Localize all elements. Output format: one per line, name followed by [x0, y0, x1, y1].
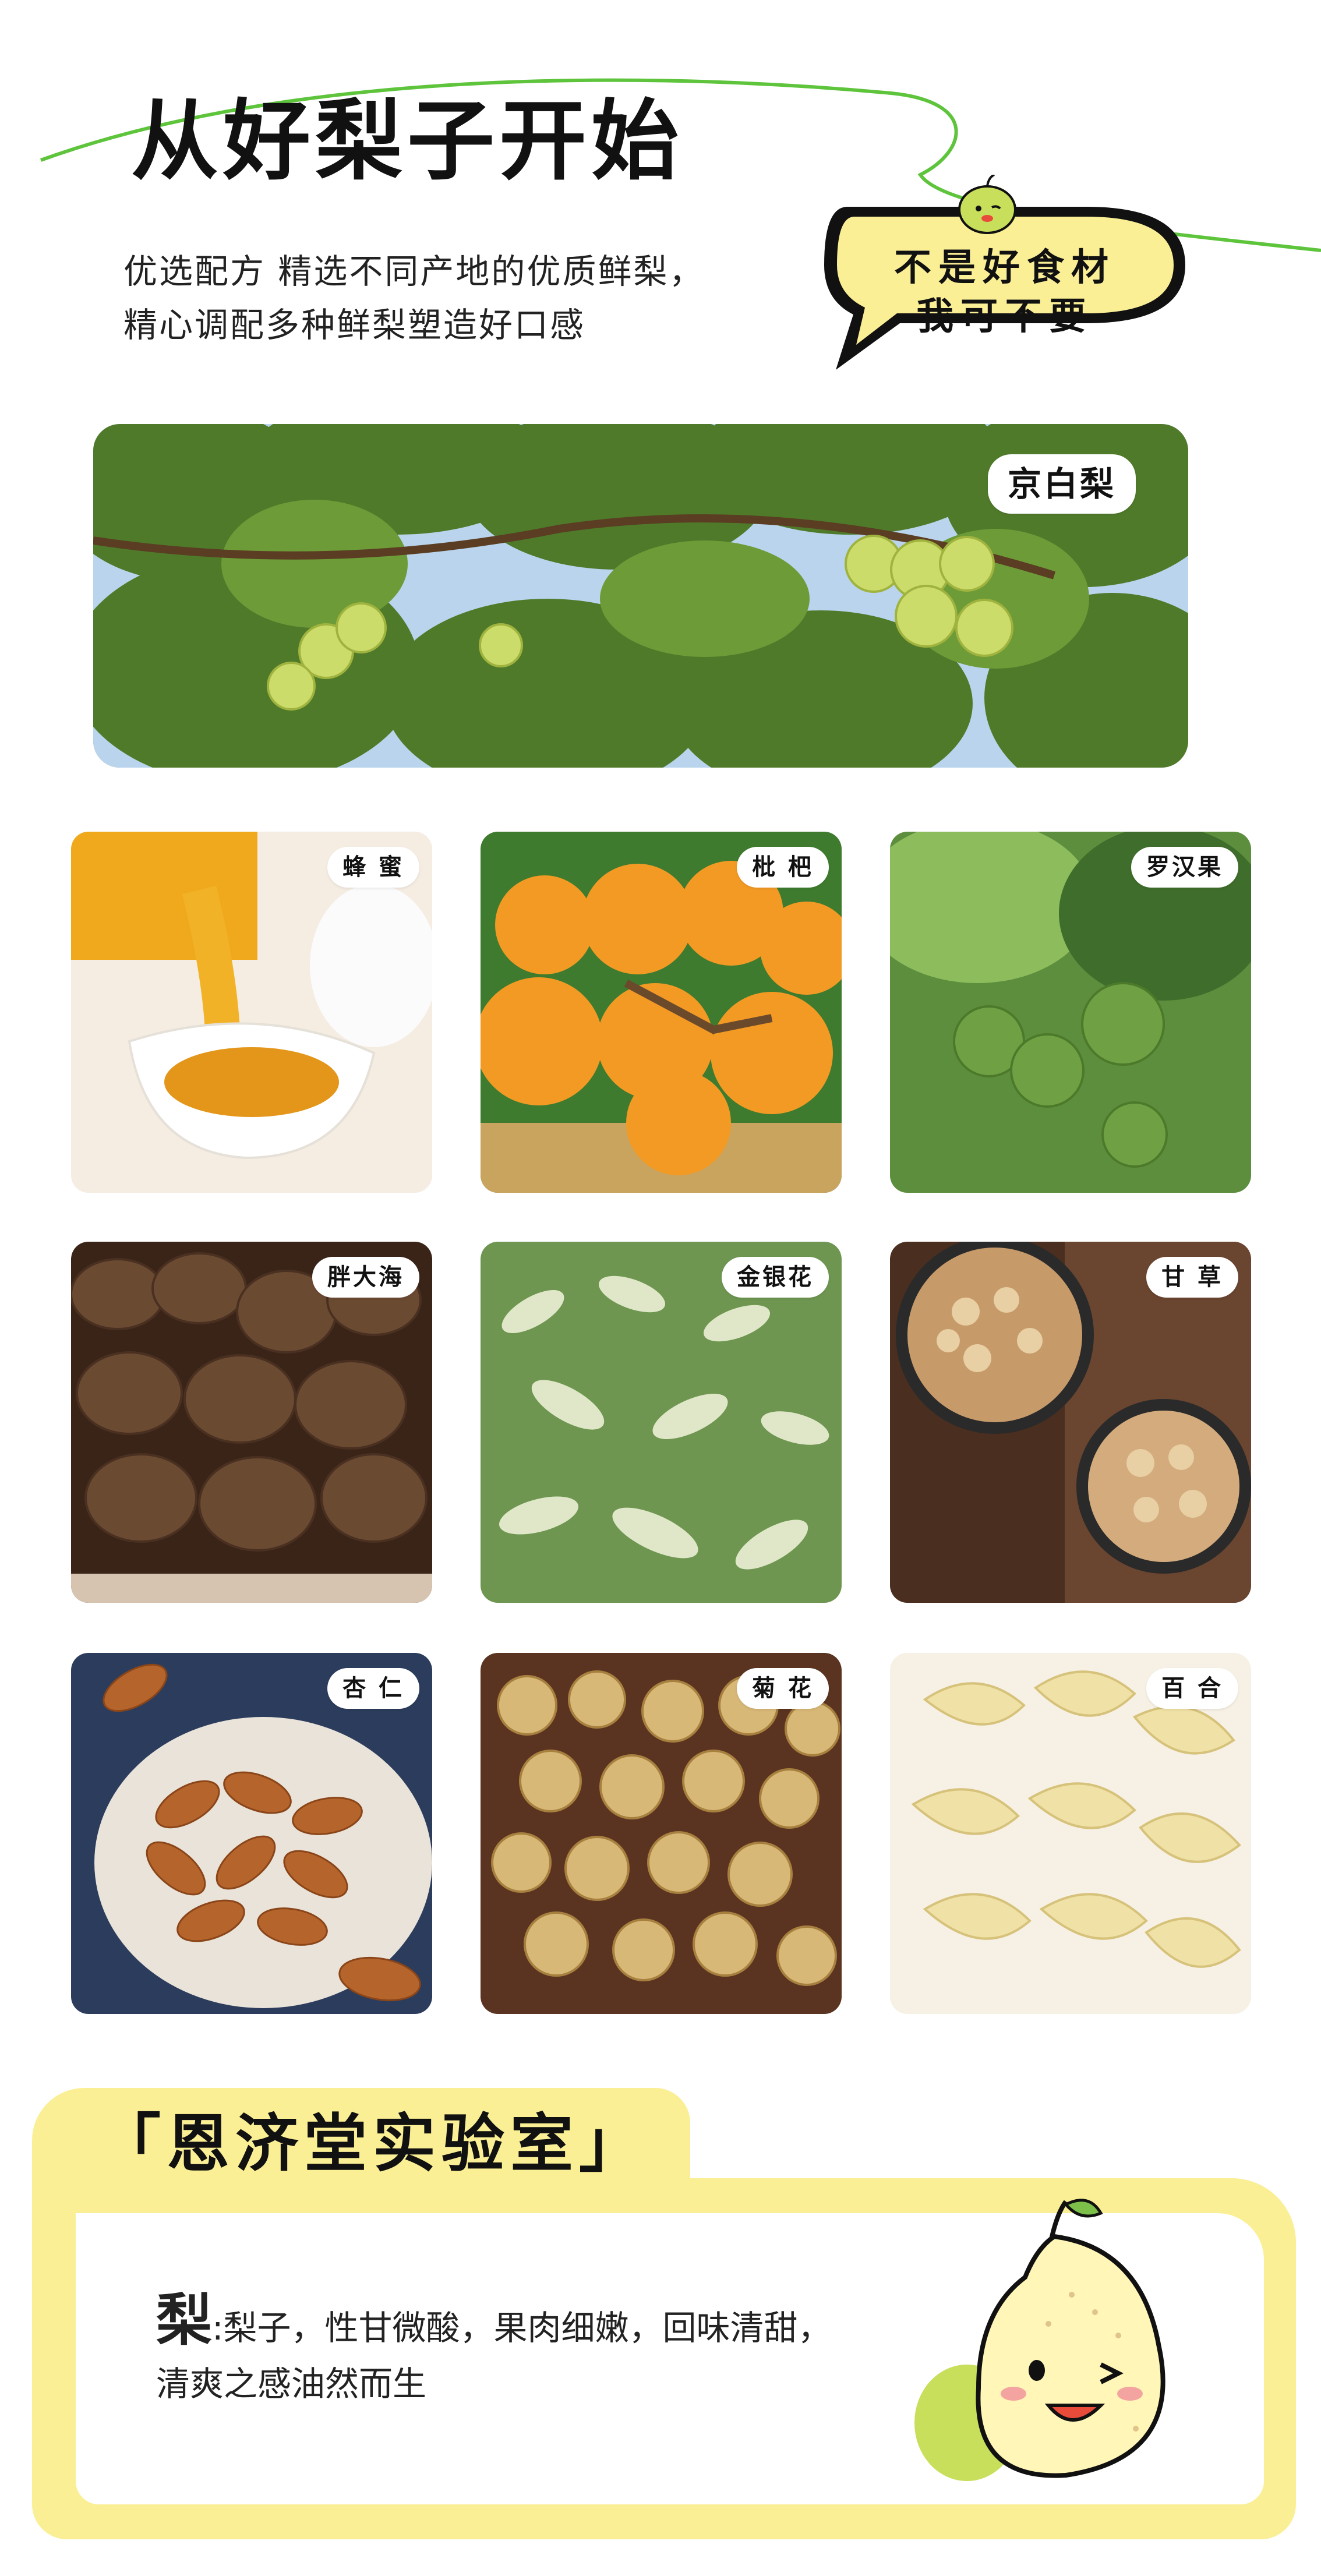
hero-label-tag: 京白梨 — [987, 454, 1136, 514]
ingredient-label: 蜂 蜜 — [327, 847, 419, 888]
ingredient-label: 甘 草 — [1146, 1257, 1238, 1298]
pear-icon — [958, 174, 1016, 234]
ingredient-card-chrysanthemum: 菊 花 — [481, 1653, 842, 2014]
ingredient-label: 罗汉果 — [1131, 847, 1238, 888]
pear-mascot-icon — [914, 2199, 1165, 2481]
ingredient-label: 胖大海 — [312, 1257, 419, 1298]
subtitle: 优选配方 精选不同产地的优质鲜梨， 精心调配多种鲜梨塑造好口感 — [123, 245, 704, 352]
ingredient-label: 杏 仁 — [327, 1668, 419, 1709]
ingredient-card-loquat: 枇 杷 — [481, 832, 842, 1193]
page-title: 从好梨子开始 — [131, 91, 684, 192]
ingredient-label: 金银花 — [722, 1257, 829, 1298]
ingredient-card-honey: 蜂 蜜 — [71, 832, 432, 1193]
lab-section-title: 「恩济堂实验室」 — [98, 2108, 648, 2181]
hero-pear-tree-image: 京白梨 — [93, 424, 1188, 768]
ingredient-label: 百 合 — [1146, 1668, 1238, 1709]
lab-desc-char: 梨 — [156, 2288, 212, 2353]
ingredient-card-malva-nut: 胖大海 — [71, 1242, 432, 1603]
lab-desc-line-1: :梨子，性甘微酸，果肉细嫩，回味清甜， — [212, 2308, 832, 2348]
ingredient-card-lily-bulb: 百 合 — [890, 1653, 1251, 2014]
subtitle-line-1: 优选配方 精选不同产地的优质鲜梨， — [123, 252, 705, 291]
ingredient-label: 枇 杷 — [737, 847, 829, 888]
subtitle-line-2: 精心调配多种鲜梨塑造好口感 — [123, 305, 586, 345]
bubble-line-1: 不是好食材 — [894, 246, 1115, 289]
ingredient-card-almond: 杏 仁 — [71, 1653, 432, 2014]
lab-description: 梨:梨子，性甘微酸，果肉细嫩，回味清甜， 清爽之感油然而生 — [156, 2292, 972, 2412]
ingredient-label: 菊 花 — [737, 1668, 829, 1709]
ingredient-card-licorice: 甘 草 — [890, 1242, 1251, 1603]
ingredient-card-honeysuckle: 金银花 — [481, 1242, 842, 1603]
bubble-line-2: 我可不要 — [916, 295, 1093, 338]
lab-desc-line-2: 清爽之感油然而生 — [156, 2364, 427, 2404]
ingredient-card-monk-fruit: 罗汉果 — [890, 832, 1251, 1193]
speech-bubble: 不是好食材 我可不要 — [813, 174, 1197, 384]
